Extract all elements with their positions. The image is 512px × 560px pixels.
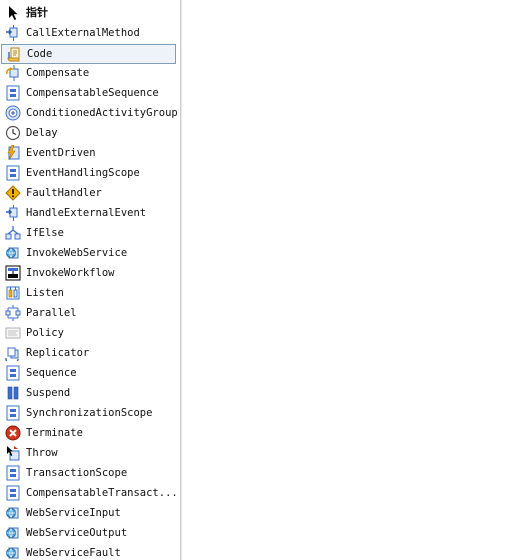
toolbox-item-label: CompensatableSequence	[26, 87, 159, 99]
toolbox-item-web-service-output[interactable]: WebServiceOutput	[0, 523, 176, 543]
toolbox-item-transaction-scope[interactable]: TransactionScope	[0, 463, 176, 483]
toolbox-item-label: Code	[27, 48, 53, 60]
synchronization-scope-icon	[5, 405, 21, 421]
toolbox-item-label: EventDriven	[26, 147, 96, 159]
workflow-toolbox: 指针 CallExternalMethod Code Compensate Co…	[0, 0, 181, 560]
toolbox-item-parallel[interactable]: Parallel	[0, 303, 176, 323]
toolbox-item-compensatable-sequence[interactable]: CompensatableSequence	[0, 83, 176, 103]
toolbox-item-synchronization-scope[interactable]: SynchronizationScope	[0, 403, 176, 423]
toolbox-item-pointer[interactable]: 指针	[0, 3, 176, 23]
toolbox-item-label: ConditionedActivityGroup	[26, 107, 178, 119]
compensatable-sequence-icon	[5, 85, 21, 101]
terminate-icon	[5, 425, 21, 441]
pointer-icon	[5, 5, 21, 21]
toolbox-item-label: WebServiceInput	[26, 507, 121, 519]
toolbox-item-handle-external-event[interactable]: HandleExternalEvent	[0, 203, 176, 223]
listen-icon	[5, 285, 21, 301]
if-else-icon	[5, 225, 21, 241]
toolbox-item-if-else[interactable]: IfElse	[0, 223, 176, 243]
toolbox-item-label: Replicator	[26, 347, 90, 359]
toolbox-item-label: 指针	[26, 6, 48, 19]
toolbox-item-label: FaultHandler	[26, 187, 102, 199]
toolbox-item-fault-handler[interactable]: FaultHandler	[0, 183, 176, 203]
event-handling-scope-icon	[5, 165, 21, 181]
toolbox-item-label: Suspend	[26, 387, 71, 399]
toolbox-item-label: Compensate	[26, 67, 90, 79]
throw-icon	[5, 445, 21, 461]
toolbox-item-label: CallExternalMethod	[26, 27, 140, 39]
toolbox-item-label: EventHandlingScope	[26, 167, 140, 179]
toolbox-item-web-service-input[interactable]: WebServiceInput	[0, 503, 176, 523]
invoke-workflow-icon	[5, 265, 21, 281]
toolbox-item-policy[interactable]: Policy	[0, 323, 176, 343]
toolbox-item-conditioned-activity-group[interactable]: ConditionedActivityGroup	[0, 103, 178, 123]
suspend-icon	[5, 385, 21, 401]
toolbox-item-suspend[interactable]: Suspend	[0, 383, 176, 403]
toolbox-item-label: WebServiceOutput	[26, 527, 128, 539]
toolbox-item-label: WebServiceFault	[26, 547, 121, 559]
policy-icon	[5, 325, 21, 341]
toolbox-item-compensatable-transaction-scope[interactable]: CompensatableTransact...	[0, 483, 178, 503]
toolbox-item-label: Listen	[26, 287, 64, 299]
toolbox-item-terminate[interactable]: Terminate	[0, 423, 176, 443]
call-external-method-icon	[5, 25, 21, 41]
transaction-scope-icon	[5, 465, 21, 481]
event-driven-icon	[5, 145, 21, 161]
toolbox-item-code[interactable]: Code	[1, 44, 176, 64]
toolbox-item-invoke-web-service[interactable]: InvokeWebService	[0, 243, 176, 263]
toolbox-item-label: Policy	[26, 327, 64, 339]
compensatable-transaction-scope-icon	[5, 485, 21, 501]
toolbox-item-call-external-method[interactable]: CallExternalMethod	[0, 23, 176, 43]
toolbox-item-label: CompensatableTransact...	[26, 487, 178, 499]
toolbox-item-label: Parallel	[26, 307, 77, 319]
toolbox-item-delay[interactable]: Delay	[0, 123, 176, 143]
toolbox-item-label: InvokeWebService	[26, 247, 128, 259]
handle-external-event-icon	[5, 205, 21, 221]
toolbox-item-label: Sequence	[26, 367, 77, 379]
toolbox-item-label: Delay	[26, 127, 58, 139]
toolbox-item-invoke-workflow[interactable]: InvokeWorkflow	[0, 263, 176, 283]
toolbox-item-label: InvokeWorkflow	[26, 267, 115, 279]
web-service-input-icon	[5, 505, 21, 521]
web-service-fault-icon	[5, 545, 21, 560]
toolbox-item-label: SynchronizationScope	[26, 407, 153, 419]
toolbox-item-label: Throw	[26, 447, 58, 459]
toolbox-item-replicator[interactable]: Replicator	[0, 343, 176, 363]
delay-clock-icon	[5, 125, 21, 141]
compensate-icon	[5, 65, 21, 81]
toolbox-item-event-driven[interactable]: EventDriven	[0, 143, 176, 163]
parallel-icon	[5, 305, 21, 321]
web-service-output-icon	[5, 525, 21, 541]
toolbox-item-compensate[interactable]: Compensate	[0, 63, 176, 83]
conditioned-activity-group-icon	[5, 105, 21, 121]
code-icon	[6, 46, 22, 62]
toolbox-item-web-service-fault[interactable]: WebServiceFault	[0, 543, 176, 560]
fault-handler-icon	[5, 185, 21, 201]
toolbox-item-label: HandleExternalEvent	[26, 207, 147, 219]
toolbox-item-event-handling-scope[interactable]: EventHandlingScope	[0, 163, 176, 183]
sequence-icon	[5, 365, 21, 381]
invoke-web-service-icon	[5, 245, 21, 261]
toolbox-item-label: IfElse	[26, 227, 64, 239]
toolbox-item-label: Terminate	[26, 427, 83, 439]
replicator-icon	[5, 345, 21, 361]
toolbox-item-listen[interactable]: Listen	[0, 283, 176, 303]
toolbox-item-sequence[interactable]: Sequence	[0, 363, 176, 383]
toolbox-item-label: TransactionScope	[26, 467, 128, 479]
toolbox-item-throw[interactable]: Throw	[0, 443, 176, 463]
